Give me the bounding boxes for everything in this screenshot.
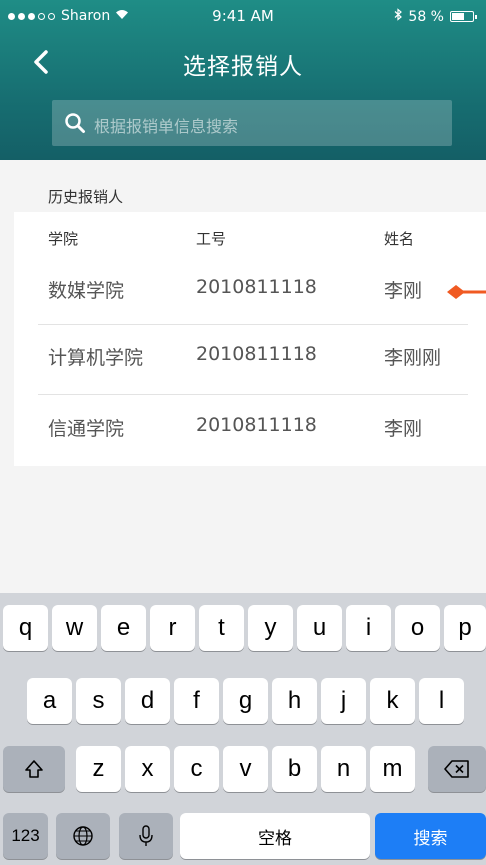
status-bar: Sharon 9:41 AM 58 % (0, 0, 486, 34)
microphone-key[interactable] (119, 813, 173, 859)
row-college: 信通学院 (48, 418, 125, 440)
key-c[interactable]: c (174, 746, 219, 792)
space-key[interactable]: 空格 (180, 813, 370, 859)
key-u[interactable]: u (297, 605, 342, 651)
row-name: 李刚 (384, 280, 423, 302)
table-row[interactable]: 计算机学院 2010811118 李刚刚 (14, 325, 486, 393)
row-name: 李刚 (384, 418, 423, 440)
key-f[interactable]: f (174, 678, 219, 724)
key-m[interactable]: m (370, 746, 415, 792)
key-q[interactable]: q (3, 605, 48, 651)
numbers-key[interactable]: 123 (3, 813, 48, 859)
search-placeholder: 根据报销单信息搜索 (94, 117, 239, 136)
column-header-name: 姓名 (384, 230, 415, 248)
table-row[interactable]: 数媒学院 2010811118 李刚 (14, 258, 486, 326)
row-id: 2010811118 (196, 276, 317, 298)
key-b[interactable]: b (272, 746, 317, 792)
row-id: 2010811118 (196, 414, 317, 436)
battery-tip (475, 15, 477, 19)
battery-level (452, 13, 464, 20)
history-section-title: 历史报销人 (48, 188, 124, 206)
microphone-icon (139, 825, 153, 846)
app-screen: Sharon 9:41 AM 58 % 选择报销人 根据报销单信息搜索 历史报销… (0, 0, 486, 865)
search-key[interactable]: 搜索 (375, 813, 486, 859)
key-a[interactable]: a (27, 678, 72, 724)
row-college: 计算机学院 (48, 347, 144, 369)
key-t[interactable]: t (199, 605, 244, 651)
search-input[interactable]: 根据报销单信息搜索 (52, 100, 452, 146)
key-v[interactable]: v (223, 746, 268, 792)
search-icon (64, 112, 86, 134)
column-header-college: 学院 (48, 230, 79, 248)
key-k[interactable]: k (370, 678, 415, 724)
header-bar: Sharon 9:41 AM 58 % 选择报销人 根据报销单信息搜索 (0, 0, 486, 160)
status-right: 58 % (394, 8, 477, 25)
key-l[interactable]: l (419, 678, 464, 724)
row-name: 李刚刚 (384, 347, 442, 369)
key-w[interactable]: w (52, 605, 97, 651)
page-title: 选择报销人 (183, 54, 303, 80)
key-h[interactable]: h (272, 678, 317, 724)
key-d[interactable]: d (125, 678, 170, 724)
row-divider (38, 394, 468, 395)
key-y[interactable]: y (248, 605, 293, 651)
shift-icon (25, 760, 43, 778)
shift-key[interactable] (3, 746, 65, 792)
key-n[interactable]: n (321, 746, 366, 792)
key-e[interactable]: e (101, 605, 146, 651)
globe-icon (73, 826, 93, 846)
keyboard: q w e r t y u i o p a s d f g h j k l z … (0, 593, 486, 865)
key-j[interactable]: j (321, 678, 366, 724)
bluetooth-icon (394, 8, 403, 25)
key-x[interactable]: x (125, 746, 170, 792)
battery-percent: 58 % (408, 8, 444, 25)
key-o[interactable]: o (395, 605, 440, 651)
backspace-key[interactable] (428, 746, 486, 792)
row-id: 2010811118 (196, 343, 317, 365)
backspace-icon (444, 760, 469, 778)
key-z[interactable]: z (76, 746, 121, 792)
key-g[interactable]: g (223, 678, 268, 724)
column-header-id: 工号 (196, 230, 227, 248)
key-r[interactable]: r (150, 605, 195, 651)
annotation-pointer-icon (447, 285, 486, 299)
key-s[interactable]: s (76, 678, 121, 724)
key-p[interactable]: p (444, 605, 486, 651)
globe-key[interactable] (56, 813, 110, 859)
row-college: 数媒学院 (48, 280, 125, 302)
key-i[interactable]: i (346, 605, 391, 651)
table-row[interactable]: 信通学院 2010811118 李刚 (14, 396, 486, 464)
battery-icon (450, 11, 477, 22)
